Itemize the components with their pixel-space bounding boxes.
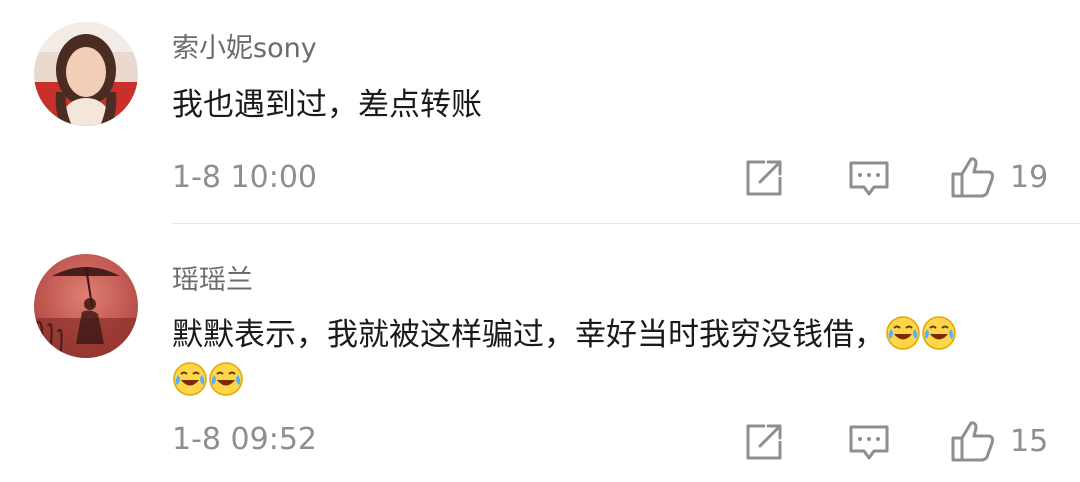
comment-text: 我也遇到过，差点转账 <box>172 87 482 123</box>
thumbs-up-icon <box>951 157 995 198</box>
username[interactable]: 瑶瑶兰 <box>172 258 253 297</box>
comment-time: 1-8 09:52 <box>172 422 317 457</box>
laughing-crying-emoji <box>921 315 957 351</box>
laughing-crying-emoji <box>172 361 208 397</box>
avatar[interactable] <box>34 22 138 126</box>
reply-button[interactable] <box>848 160 890 198</box>
thumbs-up-icon <box>951 421 995 462</box>
share-button[interactable] <box>744 422 784 462</box>
share-icon <box>746 424 782 460</box>
comment-item: 索小妮sony 我也遇到过，差点转账 1-8 10:00 19 <box>0 0 1080 223</box>
comment-time: 1-8 10:00 <box>172 160 317 195</box>
reply-button[interactable] <box>848 424 890 462</box>
like-count: 15 <box>1010 423 1049 459</box>
username[interactable]: 索小妮sony <box>172 26 317 65</box>
comment-icon <box>849 425 889 460</box>
like-button[interactable]: 19 <box>950 155 1048 199</box>
avatar[interactable] <box>34 254 138 358</box>
like-count: 19 <box>1010 159 1049 195</box>
like-button[interactable]: 15 <box>950 419 1048 463</box>
comment-icon <box>849 161 889 196</box>
share-icon <box>746 160 782 196</box>
comment-text: 默默表示，我就被这样骗过，幸好当时我穷没钱借， <box>172 312 1052 404</box>
laughing-crying-emoji <box>885 315 921 351</box>
laughing-crying-emoji <box>208 361 244 397</box>
share-button[interactable] <box>744 158 784 198</box>
comment-item: 瑶瑶兰 默默表示，我就被这样骗过，幸好当时我穷没钱借， 1-8 09:52 15 <box>0 224 1080 482</box>
